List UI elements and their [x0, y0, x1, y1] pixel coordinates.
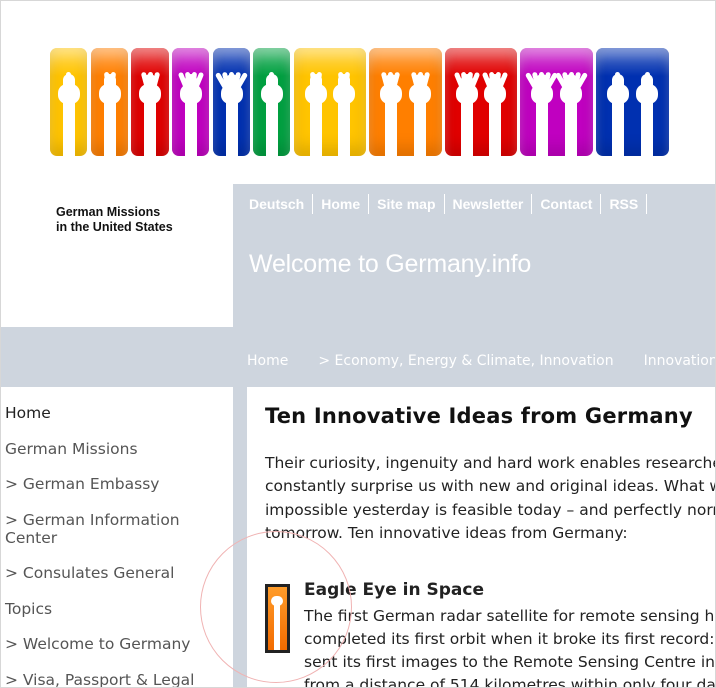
- article-title: Ten Innovative Ideas from Germany: [265, 404, 693, 428]
- main-content: Ten Innovative Ideas from Germany Their …: [265, 404, 715, 687]
- column-divider: [233, 387, 247, 687]
- top-navigation: Deutsch Home Site map Newsletter Contact…: [241, 194, 648, 214]
- breadcrumb-economy[interactable]: > Economy, Energy & Climate, Innovation: [318, 353, 613, 369]
- section-heading[interactable]: Eagle Eye in Space: [304, 580, 484, 600]
- hand-icon: [636, 72, 659, 156]
- sidebar-item-german-embassy[interactable]: > German Embassy: [5, 475, 231, 493]
- banner-tile: [50, 48, 87, 156]
- hand-icon: [554, 71, 588, 156]
- breadcrumb-innovation[interactable]: Innovation: [644, 353, 715, 369]
- nav-rss[interactable]: RSS: [601, 194, 648, 214]
- sidebar-item-german-missions[interactable]: German Missions: [5, 440, 231, 458]
- article-intro: Their curiosity, ingenuity and hard work…: [265, 452, 716, 546]
- logo-line-2: in the United States: [56, 220, 173, 234]
- sidebar-item-consulates-general[interactable]: > Consulates General: [5, 564, 231, 582]
- hand-icon: [525, 71, 559, 156]
- sidebar-item-topics[interactable]: Topics: [5, 600, 231, 618]
- banner-tile: [213, 48, 250, 156]
- hand-icon: [260, 72, 283, 156]
- hand-icon: [304, 71, 327, 156]
- intro-line: constantly surprise us with new and orig…: [265, 477, 716, 496]
- hand-icon: [98, 71, 121, 156]
- hand-icon: [606, 72, 629, 156]
- section-line: sent its first images to the Remote Sens…: [304, 653, 716, 671]
- sidebar-item-welcome-to-germany[interactable]: > Welcome to Germany: [5, 635, 231, 653]
- nav-home[interactable]: Home: [313, 194, 370, 214]
- section-line: The first German radar satellite for rem…: [304, 607, 716, 625]
- sidebar-nav: Home German Missions > German Embassy > …: [5, 404, 231, 688]
- breadcrumb-home[interactable]: Home: [247, 353, 288, 369]
- banner-tile: [520, 48, 593, 156]
- site-title: Welcome to Germany.info: [249, 250, 532, 278]
- hand-icon: [409, 71, 432, 156]
- intro-line: impossible yesterday is feasible today –…: [265, 500, 716, 519]
- intro-line: Their curiosity, ingenuity and hard work…: [265, 454, 716, 472]
- nav-site-map[interactable]: Site map: [369, 194, 445, 214]
- sidebar-item-german-information-center[interactable]: > German Information Center: [5, 511, 231, 547]
- nav-contact[interactable]: Contact: [532, 194, 602, 214]
- hand-icon: [214, 71, 249, 156]
- banner-tile: [253, 48, 290, 156]
- sidebar-item-label: > German Information: [5, 510, 180, 529]
- hand-icon: [379, 71, 402, 156]
- nav-deutsch[interactable]: Deutsch: [241, 194, 314, 214]
- logo-line-1: German Missions: [56, 205, 161, 219]
- page-frame: German Missions in the United States Deu…: [0, 0, 716, 688]
- hand-icon: [482, 71, 509, 156]
- banner-tile: [91, 48, 128, 156]
- intro-line: tomorrow. Ten innovative ideas from Germ…: [265, 524, 628, 543]
- section-line: from a distance of 514 kilometres within…: [304, 676, 716, 688]
- banner-tile: [445, 48, 517, 156]
- hand-icon: [57, 72, 80, 156]
- section-line: completed its first orbit when it broke …: [304, 630, 716, 648]
- sidebar-item-label: Center: [5, 528, 58, 547]
- hands-banner-logo: [50, 48, 669, 156]
- banner-tile: [596, 48, 669, 156]
- banner-tile: [172, 48, 209, 156]
- hand-thumbnail-icon[interactable]: [265, 584, 290, 653]
- banner-tile: [369, 48, 442, 156]
- sidebar-item-home[interactable]: Home: [5, 404, 231, 422]
- site-logo-text[interactable]: German Missions in the United States: [56, 205, 173, 235]
- sidebar-item-visa-passport-legal[interactable]: > Visa, Passport & Legal: [5, 671, 231, 688]
- nav-newsletter[interactable]: Newsletter: [445, 194, 533, 214]
- hand-icon: [453, 71, 480, 156]
- hand-icon: [139, 71, 161, 156]
- hand-icon: [333, 71, 356, 156]
- breadcrumb: Home > Economy, Energy & Climate, Innova…: [247, 353, 715, 369]
- banner-tile: [131, 48, 169, 156]
- hand-icon: [177, 71, 204, 156]
- banner-tile: [294, 48, 366, 156]
- section-text: The first German radar satellite for rem…: [304, 605, 716, 688]
